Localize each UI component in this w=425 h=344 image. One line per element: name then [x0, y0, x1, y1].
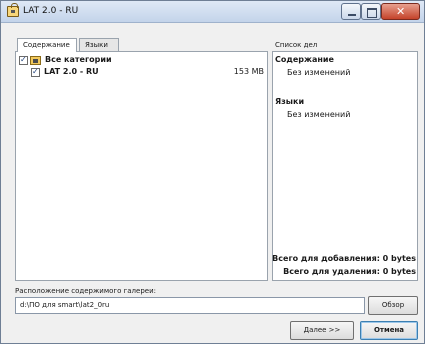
- installer-window: LAT 2.0 - RU Содержание Языки Все катего…: [0, 0, 425, 344]
- tree-item-label: Все категории: [45, 55, 112, 64]
- todo-heading-content: Содержание: [275, 55, 334, 64]
- title-bar[interactable]: LAT 2.0 - RU: [1, 1, 424, 23]
- close-button[interactable]: [381, 3, 420, 20]
- folder-icon: [30, 56, 41, 65]
- next-button[interactable]: Далее >>: [290, 321, 354, 340]
- cancel-button[interactable]: Отмена: [360, 321, 418, 340]
- todo-title: Список дел: [275, 41, 318, 49]
- tree-item-label: LAT 2.0 - RU: [44, 67, 99, 76]
- gallery-path-input[interactable]: d:\ПО для smart\lat2_0ru: [15, 297, 365, 314]
- todo-text-languages: Без изменений: [287, 110, 351, 119]
- checkbox-lat[interactable]: [31, 67, 40, 77]
- size-label: 153 MB: [233, 67, 264, 76]
- total-remove: Всего для удаления: 0 bytes: [283, 267, 416, 276]
- tree-item-all-categories[interactable]: Все категории: [16, 55, 266, 67]
- todo-text-content: Без изменений: [287, 68, 351, 77]
- gallery-path-label: Расположение содержимого галереи:: [15, 287, 156, 295]
- todo-heading-languages: Языки: [275, 97, 305, 106]
- tree-item-lat[interactable]: LAT 2.0 - RU 153 MB: [16, 67, 266, 79]
- window-title: LAT 2.0 - RU: [23, 6, 79, 16]
- total-add: Всего для добавления: 0 bytes: [272, 254, 416, 263]
- tab-languages[interactable]: Языки: [79, 38, 119, 51]
- todo-panel: Содержание Без изменений Языки Без измен…: [272, 51, 418, 281]
- browse-button[interactable]: Обзор: [368, 296, 418, 315]
- checkbox-all-categories[interactable]: [19, 55, 28, 65]
- minimize-button[interactable]: [341, 3, 361, 20]
- package-icon: [7, 3, 19, 17]
- maximize-button[interactable]: [361, 3, 381, 20]
- tab-content[interactable]: Содержание: [17, 38, 77, 52]
- content-tree: Все категории LAT 2.0 - RU 153 MB: [15, 51, 268, 281]
